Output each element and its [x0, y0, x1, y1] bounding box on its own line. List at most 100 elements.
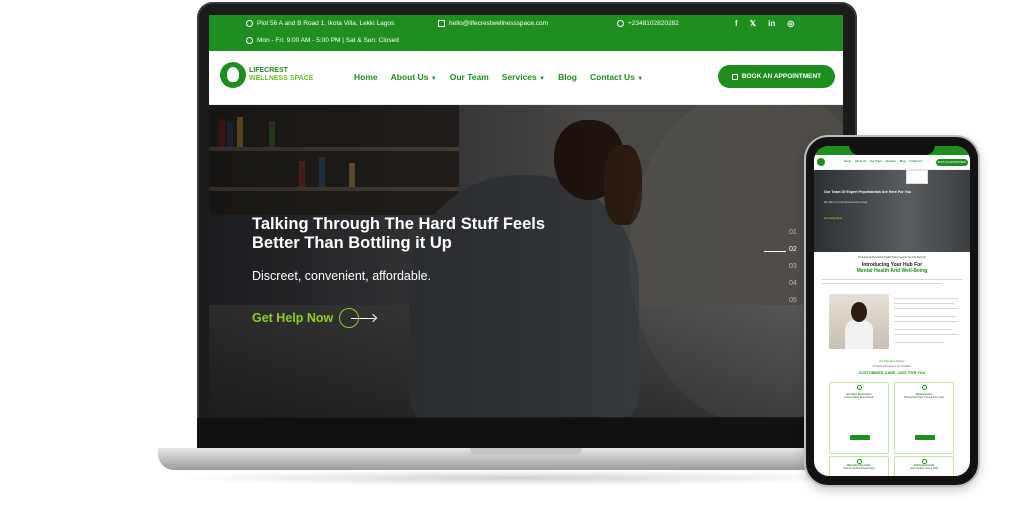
services-sub: Treatment Programs by Condition: [872, 365, 912, 368]
nav-services[interactable]: Services ▼: [502, 72, 545, 82]
x-icon[interactable]: 𝕏: [750, 19, 756, 28]
phone-nav-contact[interactable]: Contact Us: [909, 160, 922, 163]
phone-screen: Home About Us Our Team Services Blog Con…: [814, 146, 970, 476]
text-line: [894, 329, 952, 330]
phone-nav-links: Home About Us Our Team Services Blog Con…: [844, 160, 923, 163]
phone-hero: Our Team Of Expert Psychiatrists Are Her…: [814, 170, 970, 252]
laptop-notch: [470, 448, 582, 455]
clock-icon: [246, 37, 253, 44]
slide-indicator[interactable]: 01: [789, 229, 797, 236]
phone-nav-about[interactable]: About Us: [855, 160, 866, 163]
phone-logo-icon[interactable]: [817, 158, 825, 166]
card-subtitle: Learn Healthy Coping Skills: [909, 468, 939, 470]
mail-icon: [438, 20, 445, 27]
service-card[interactable]: Schizophrenia Learn Healthy Coping Skill…: [894, 456, 954, 476]
book-appointment-label[interactable]: BOOK AN APPOINTMENT: [742, 73, 821, 80]
site-logo[interactable]: LIFECREST WELLNESS SPACE: [220, 62, 313, 88]
phone-heading-line2: Mental Health And Well-Being: [856, 267, 928, 274]
facebook-icon[interactable]: f: [735, 19, 738, 28]
services-heading: CUSTOMIZED CARE, JUST FOR YOU: [858, 371, 926, 375]
nav-about[interactable]: About Us ▼: [391, 72, 437, 82]
nav-about-label[interactable]: About Us: [391, 72, 429, 82]
main-nav: LIFECREST WELLNESS SPACE Home About Us ▼…: [209, 51, 843, 105]
get-help-button[interactable]: Get Help Now: [252, 308, 378, 328]
text-line: [894, 334, 958, 335]
slide-indicator[interactable]: 05: [789, 297, 797, 304]
logo-line1: LIFECREST: [249, 67, 288, 74]
phone-dropdown-menu: [906, 170, 928, 184]
hero-subtitle: Discreet, convenient, affordable.: [252, 269, 432, 283]
depression-icon: [922, 385, 927, 390]
text-line: [894, 316, 956, 317]
hero-title: Talking Through The Hard Stuff Feels Bet…: [252, 215, 546, 252]
nav-contact[interactable]: Contact Us ▼: [590, 72, 643, 82]
chevron-down-icon: ▼: [539, 76, 546, 82]
card-title: Schizophrenia: [913, 463, 935, 467]
text-line: [894, 321, 958, 322]
address-text: Plot 56 A and B Road 1, Ikota Villa, Lek…: [257, 20, 395, 27]
info-bar: Plot 56 A and B Road 1, Ikota Villa, Lek…: [209, 15, 843, 51]
nav-services-label[interactable]: Services: [502, 72, 537, 82]
phone-nav-blog[interactable]: Blog: [900, 160, 906, 163]
logo-line2: WELLNESS SPACE: [249, 75, 314, 82]
instagram-icon[interactable]: ◎: [787, 19, 794, 28]
phone-get-help-button[interactable]: Get Help Now: [824, 216, 842, 220]
card-button[interactable]: [850, 435, 870, 440]
card-title: Depression: [915, 392, 933, 396]
phone-hero-sub: We offer you both physical and virtual: [824, 201, 868, 204]
card-button[interactable]: [915, 435, 935, 440]
card-subtitle: Calmer Minds, Better Moods: [844, 397, 874, 399]
hours-item: Mon - Fri: 9:00 AM - 5:00 PM | Sat & Sun…: [246, 37, 399, 44]
text-line: [822, 279, 962, 280]
anxiety-icon: [857, 385, 862, 390]
email-item[interactable]: hello@lifecrestwellnessspace.com: [438, 20, 548, 27]
text-line: [894, 342, 944, 343]
logo-text: LIFECREST WELLNESS SPACE: [249, 67, 313, 83]
text-line: [894, 298, 958, 299]
nav-team[interactable]: Our Team: [450, 72, 489, 82]
email-text[interactable]: hello@lifecrestwellnessspace.com: [449, 20, 548, 27]
phone-text[interactable]: +2348102820282: [628, 20, 679, 27]
nav-blog[interactable]: Blog: [558, 72, 577, 82]
laptop-bezel: [197, 418, 857, 450]
phone-nav: Home About Us Our Team Services Blog Con…: [814, 155, 970, 170]
laptop-screen: Plot 56 A and B Road 1, Ikota Villa, Lek…: [209, 15, 843, 417]
slide-indicator[interactable]: 03: [789, 263, 797, 270]
service-card[interactable]: Anxiety Disorders Calmer Minds, Better M…: [829, 382, 889, 454]
linkedin-icon[interactable]: in: [768, 19, 775, 28]
nav-contact-label[interactable]: Contact Us: [590, 72, 635, 82]
book-appointment-button[interactable]: BOOK AN APPOINTMENT: [718, 65, 835, 88]
phone-nav-services[interactable]: Services: [886, 160, 896, 163]
text-line: [894, 303, 954, 304]
logo-mark-icon: [220, 62, 246, 88]
social-links: f 𝕏 in ◎: [735, 19, 794, 28]
service-card[interactable]: Depression Helping Find Hope Through Eve…: [894, 382, 954, 454]
phone-notch: [849, 141, 935, 155]
get-help-label[interactable]: Get Help Now: [252, 311, 333, 325]
hero-overlay: [209, 105, 843, 417]
text-line: [822, 283, 942, 284]
chevron-down-icon: ▼: [430, 76, 437, 82]
card-title: Bipolar Disorder: [847, 463, 871, 467]
phone-icon: [617, 20, 624, 27]
text-line: [894, 308, 958, 309]
slide-indicator-active[interactable]: 02: [764, 246, 797, 253]
phone-heading: Introducing Your Hub For Mental Health A…: [814, 262, 970, 274]
hours-text: Mon - Fri: 9:00 AM - 5:00 PM | Sat & Sun…: [257, 37, 399, 44]
phone-item[interactable]: +2348102820282: [617, 20, 679, 27]
mockup-stage: Plot 56 A and B Road 1, Ikota Villa, Lek…: [0, 0, 1024, 508]
phone-book-button[interactable]: BOOK AN APPOINTMENT: [936, 159, 968, 166]
address-item: Plot 56 A and B Road 1, Ikota Villa, Lek…: [246, 20, 394, 27]
arrow-right-icon: [339, 308, 378, 328]
service-card[interactable]: Bipolar Disorder Restore Healthy Relatio…: [829, 456, 889, 476]
phone-nav-home[interactable]: Home: [844, 160, 851, 163]
slide-indicators: 01 02 03 04 05: [764, 229, 797, 304]
slide-indicator[interactable]: 04: [789, 280, 797, 287]
laptop-shadow: [170, 470, 860, 486]
hero-slider: Talking Through The Hard Stuff Feels Bet…: [209, 105, 843, 417]
phone-nav-team[interactable]: Our Team: [870, 160, 881, 163]
nav-home[interactable]: Home: [354, 72, 378, 82]
card-subtitle: Restore Healthy Relationships: [843, 468, 875, 470]
chevron-down-icon: ▼: [637, 76, 644, 82]
phone-kicker: Professional Psychiatric Health Care In …: [858, 256, 926, 259]
